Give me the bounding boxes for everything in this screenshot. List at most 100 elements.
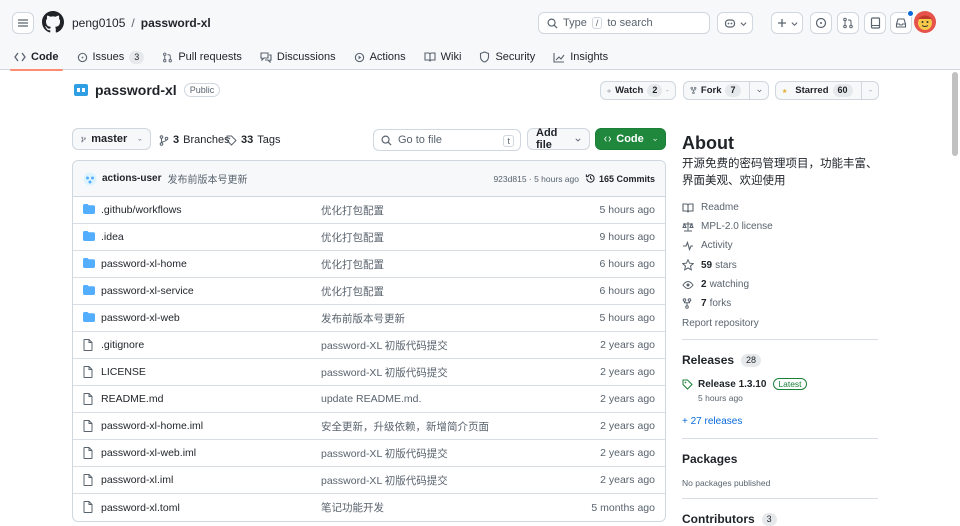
- packages-empty: No packages published: [682, 478, 771, 488]
- fork-button[interactable]: Fork 7: [683, 81, 769, 100]
- commit-author[interactable]: actions-user: [102, 173, 161, 184]
- page-scrollbar[interactable]: [952, 72, 958, 156]
- tab-label: Pull requests: [178, 51, 242, 63]
- go-to-file-input[interactable]: Go to file t: [373, 129, 521, 151]
- file-row[interactable]: password-xl-service 优化打包配置 6 hours ago: [73, 278, 665, 305]
- tab-actions[interactable]: Actions: [354, 44, 406, 70]
- file-commit-message[interactable]: 安全更新，升级依赖，新增简介页面: [321, 419, 489, 434]
- file-row[interactable]: password-xl-web 发布前版本号更新 5 hours ago: [73, 305, 665, 332]
- file-name-link[interactable]: password-xl-home: [101, 258, 187, 270]
- contributors-header[interactable]: Contributors 3: [682, 512, 777, 526]
- report-repository-link[interactable]: Report repository: [682, 318, 759, 329]
- file-name-link[interactable]: password-xl.iml: [101, 474, 173, 486]
- chevron-down-icon: [666, 90, 669, 92]
- user-avatar[interactable]: [914, 11, 936, 33]
- file-row[interactable]: password-xl-home.iml 安全更新，升级依赖，新增简介页面 2 ye…: [73, 413, 665, 440]
- chevron-down-icon: [138, 138, 142, 141]
- file-commit-message[interactable]: password-XL 初版代码提交: [321, 473, 448, 488]
- add-file-button[interactable]: Add file: [527, 127, 590, 151]
- copilot-icon: [724, 19, 735, 28]
- fork-icon: [682, 298, 692, 309]
- license-link[interactable]: MPL-2.0 license: [682, 221, 773, 232]
- search-shortcut: /: [591, 17, 603, 29]
- tab-code[interactable]: Code: [10, 44, 62, 71]
- create-new-button[interactable]: [771, 12, 803, 34]
- file-commit-message[interactable]: 优化打包配置: [321, 230, 384, 245]
- file-name-link[interactable]: README.md: [101, 393, 163, 405]
- stars-label: stars: [715, 259, 737, 271]
- global-search[interactable]: Type / to search: [538, 12, 710, 34]
- file-commit-message[interactable]: 优化打包配置: [321, 284, 384, 299]
- tab-security[interactable]: Security: [479, 44, 535, 70]
- watching-count: 2: [701, 279, 707, 290]
- file-name-link[interactable]: LICENSE: [101, 366, 146, 378]
- file-row[interactable]: .gitignore password-XL 初版代码提交 2 years ago: [73, 332, 665, 359]
- releases-header[interactable]: Releases 28: [682, 353, 762, 367]
- owner-link[interactable]: peng0105: [72, 16, 125, 30]
- file-row[interactable]: password-xl-home 优化打包配置 6 hours ago: [73, 251, 665, 278]
- file-commit-message[interactable]: password-XL 初版代码提交: [321, 446, 448, 461]
- watching-link[interactable]: 2 watching: [682, 279, 749, 290]
- commit-message[interactable]: 发布前版本号更新: [167, 171, 247, 186]
- issues-button[interactable]: [810, 12, 832, 34]
- notifications-button[interactable]: [890, 10, 914, 34]
- file-name-link[interactable]: .gitignore: [101, 339, 144, 351]
- repositories-button[interactable]: [864, 12, 886, 34]
- more-releases-link[interactable]: + 27 releases: [682, 416, 742, 427]
- file-row[interactable]: README.md update README.md. 2 years ago: [73, 386, 665, 413]
- tab-insights[interactable]: Insights: [553, 44, 608, 70]
- tab-issues[interactable]: Issues 3: [77, 44, 145, 70]
- file-commit-message[interactable]: password-XL 初版代码提交: [321, 338, 448, 353]
- releases-count: 28: [741, 353, 762, 367]
- commits-link[interactable]: 165 Commits: [585, 173, 655, 184]
- file-row[interactable]: LICENSE password-XL 初版代码提交 2 years ago: [73, 359, 665, 386]
- file-name-link[interactable]: password-xl.toml: [101, 502, 180, 514]
- file-row[interactable]: password-xl.toml 笔记功能开发 5 months ago: [73, 494, 665, 521]
- branches-link[interactable]: 3 Branches: [159, 134, 230, 146]
- tab-pull-requests[interactable]: Pull requests: [162, 44, 242, 70]
- file-name-link[interactable]: .idea: [101, 231, 124, 243]
- file-commit-message[interactable]: update README.md.: [321, 393, 421, 405]
- file-commit-message[interactable]: 发布前版本号更新: [321, 311, 405, 326]
- file-name-link[interactable]: password-xl-home.iml: [101, 420, 203, 432]
- stars-link[interactable]: 59 stars: [682, 259, 737, 271]
- file-commit-message[interactable]: 笔记功能开发: [321, 500, 384, 515]
- tags-link[interactable]: 33 Tags: [226, 134, 281, 146]
- file-name-link[interactable]: password-xl-web: [101, 312, 180, 324]
- file-name-link[interactable]: password-xl-service: [101, 285, 194, 297]
- tab-wiki[interactable]: Wiki: [424, 44, 461, 70]
- commit-sha-time[interactable]: 923d815 · 5 hours ago: [493, 174, 579, 184]
- file-name-link[interactable]: password-xl-web.iml: [101, 447, 196, 459]
- chevron-down-icon: [740, 21, 746, 26]
- menu-button[interactable]: [12, 12, 34, 34]
- file-row[interactable]: .idea 优化打包配置 9 hours ago: [73, 224, 665, 251]
- latest-release[interactable]: Release 1.3.10 Latest: [682, 378, 807, 390]
- packages-title[interactable]: Packages: [682, 452, 737, 466]
- contributors-count: 3: [761, 512, 777, 526]
- copilot-button[interactable]: [717, 12, 753, 34]
- repo-name[interactable]: password-xl: [95, 82, 177, 98]
- readme-link[interactable]: Readme: [682, 202, 739, 213]
- file-row[interactable]: password-xl.iml password-XL 初版代码提交 2 years…: [73, 467, 665, 494]
- repo-link[interactable]: password-xl: [141, 16, 211, 30]
- star-button[interactable]: Starred 60: [775, 81, 879, 100]
- code-label: Code: [616, 133, 644, 145]
- file-row[interactable]: .github/workflows 优化打包配置 5 hours ago: [73, 197, 665, 224]
- file-commit-message[interactable]: password-XL 初版代码提交: [321, 365, 448, 380]
- branch-selector[interactable]: master: [72, 128, 151, 150]
- tag-icon: [226, 135, 237, 146]
- forks-link[interactable]: 7 forks: [682, 298, 731, 309]
- file-commit-message[interactable]: 优化打包配置: [321, 203, 384, 218]
- github-logo-icon[interactable]: [42, 11, 64, 33]
- file-name-link[interactable]: .github/workflows: [101, 204, 182, 216]
- watch-button[interactable]: Watch 2: [600, 81, 676, 100]
- latest-commit-bar: actions-user 发布前版本号更新 923d815 · 5 hours …: [73, 161, 665, 197]
- file-commit-message[interactable]: 优化打包配置: [321, 257, 384, 272]
- code-button[interactable]: Code: [595, 128, 666, 150]
- tab-discussions[interactable]: Discussions: [260, 44, 336, 70]
- repo-icon: [870, 17, 880, 29]
- pull-requests-button[interactable]: [837, 12, 859, 34]
- file-row[interactable]: password-xl-web.iml password-XL 初版代码提交 2 y…: [73, 440, 665, 467]
- divider: [748, 82, 750, 99]
- activity-link[interactable]: Activity: [682, 240, 733, 251]
